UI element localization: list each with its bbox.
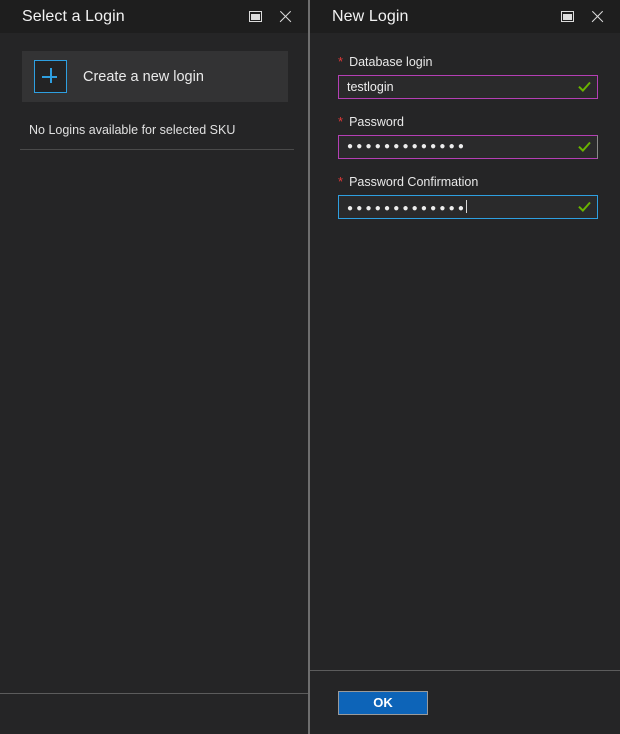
right-restore-button[interactable] xyxy=(552,4,582,30)
password-confirmation-input-wrapper[interactable]: ●●●●●●●●●●●●● xyxy=(338,195,598,219)
new-login-blade: New Login * Database login xyxy=(310,0,620,734)
password-confirmation-input[interactable]: ●●●●●●●●●●●●● xyxy=(339,200,597,214)
right-blade-title: New Login xyxy=(310,8,409,26)
right-blade-titlebar: New Login xyxy=(310,0,620,33)
check-icon xyxy=(578,141,591,154)
password-input[interactable]: ●●●●●●●●●●●●● xyxy=(339,142,597,152)
password-confirmation-value: ●●●●●●●●●●●●● xyxy=(347,203,467,214)
database-login-input[interactable] xyxy=(339,76,597,98)
create-new-login-tile[interactable]: Create a new login xyxy=(22,51,288,102)
no-logins-message: No Logins available for selected SKU xyxy=(29,123,308,137)
required-asterisk: * xyxy=(338,55,343,68)
password-confirmation-label-row: * Password Confirmation xyxy=(338,175,598,189)
restore-icon xyxy=(249,11,262,22)
close-icon xyxy=(590,10,604,24)
password-label: Password xyxy=(349,115,404,129)
left-list-divider xyxy=(20,149,294,150)
required-asterisk: * xyxy=(338,175,343,188)
required-asterisk: * xyxy=(338,115,343,128)
password-confirmation-label: Password Confirmation xyxy=(349,175,478,189)
check-icon xyxy=(578,201,591,214)
database-login-field-group: * Database login xyxy=(338,55,598,99)
select-a-login-blade: Select a Login Create a new login No Log… xyxy=(0,0,310,734)
left-blade-footer xyxy=(0,693,308,734)
database-login-label: Database login xyxy=(349,55,432,69)
password-field-group: * Password ●●●●●●●●●●●●● xyxy=(338,115,598,159)
create-new-login-label: Create a new login xyxy=(83,69,204,85)
left-close-button[interactable] xyxy=(270,4,300,30)
database-login-label-row: * Database login xyxy=(338,55,598,69)
restore-icon xyxy=(561,11,574,22)
left-restore-button[interactable] xyxy=(240,4,270,30)
new-login-footer: OK xyxy=(310,670,620,734)
plus-icon xyxy=(34,60,67,93)
close-icon xyxy=(278,10,292,24)
left-blade-titlebar: Select a Login xyxy=(0,0,308,33)
left-blade-title: Select a Login xyxy=(0,8,125,26)
ok-button[interactable]: OK xyxy=(338,691,428,715)
right-close-button[interactable] xyxy=(582,4,612,30)
password-input-wrapper[interactable]: ●●●●●●●●●●●●● xyxy=(338,135,598,159)
password-label-row: * Password xyxy=(338,115,598,129)
new-login-form: * Database login * Password ●●●●●●●●●● xyxy=(310,33,620,670)
password-confirmation-field-group: * Password Confirmation ●●●●●●●●●●●●● xyxy=(338,175,598,219)
app-screen: Select a Login Create a new login No Log… xyxy=(0,0,620,734)
check-icon xyxy=(578,81,591,94)
text-caret xyxy=(466,200,467,213)
left-blade-body: Create a new login No Logins available f… xyxy=(0,33,308,693)
database-login-input-wrapper[interactable] xyxy=(338,75,598,99)
